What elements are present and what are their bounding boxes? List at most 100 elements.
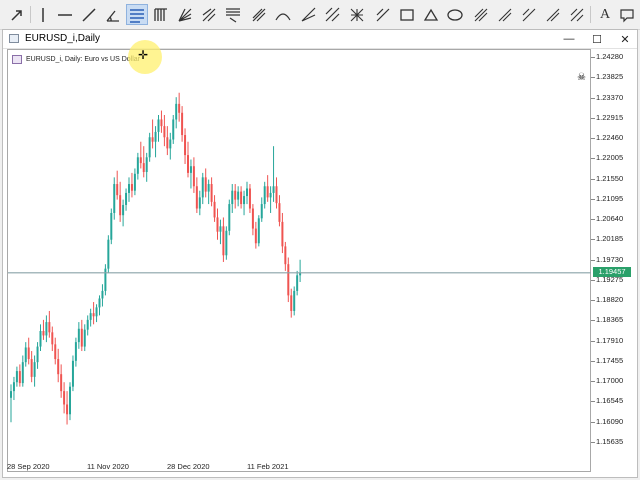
candle-down (160, 119, 163, 127)
arrow-cursor-icon[interactable] (6, 4, 28, 25)
price-tick (591, 442, 595, 443)
vertical-line-icon[interactable] (32, 4, 54, 25)
candle-down (222, 226, 225, 256)
candle-up (107, 239, 110, 269)
price-chart[interactable]: EURUSD_i, Daily: Euro vs US Dollar (7, 49, 592, 473)
candle-down (240, 191, 243, 205)
price-label: 1.17455 (596, 355, 624, 365)
rectangle-icon[interactable] (396, 4, 418, 25)
fibonacci-retracement-icon[interactable] (126, 4, 148, 25)
price-label: 1.24280 (596, 52, 624, 61)
gann-grid-icon[interactable] (322, 4, 344, 25)
candle-down (116, 184, 119, 196)
symbol-indicator-icon (12, 55, 22, 64)
price-label: 1.18820 (596, 295, 624, 305)
candle-up (154, 131, 157, 142)
angle-tool-icon[interactable] (102, 4, 124, 25)
text-label-icon[interactable] (616, 4, 638, 25)
price-scale[interactable]: 1.24280 1.23825 1.23370 1.22915 1.22460 1.220… (591, 49, 637, 472)
candle-down (130, 184, 133, 191)
label-tool-icon[interactable] (372, 4, 394, 25)
price-tick (591, 300, 595, 302)
candle-down (184, 135, 187, 156)
candle-up (104, 268, 107, 291)
candle-down (234, 190, 237, 200)
candle-up (45, 322, 48, 336)
price-tick (591, 320, 595, 322)
wave-abcde-icon[interactable] (470, 4, 492, 25)
candle-up (33, 362, 36, 377)
price-label: 1.16545 (596, 396, 624, 406)
candle-down (210, 184, 213, 202)
fibonacci-levels-icon[interactable] (150, 4, 172, 25)
candle-up (89, 313, 92, 320)
arc-icon[interactable] (248, 4, 270, 25)
candle-up (95, 307, 98, 317)
candle-down (290, 295, 293, 311)
minimize-button[interactable]: — (559, 31, 579, 47)
window-titlebar[interactable]: EURUSD_i,Daily — ☐ ✕ (3, 30, 637, 49)
cycle-lines-icon[interactable] (346, 4, 368, 25)
gann-icon[interactable] (298, 4, 320, 25)
price-tick (591, 401, 595, 403)
candle-up (136, 157, 139, 174)
candle-up (113, 184, 116, 213)
maximize-button[interactable]: ☐ (587, 31, 607, 47)
candle-down (60, 374, 63, 392)
drawing-toolbar: A (0, 0, 640, 30)
price-label: 1.23825 (596, 72, 624, 82)
candle-up (175, 103, 178, 120)
ellipse-wave-icon[interactable] (272, 4, 294, 25)
close-button[interactable]: ✕ (615, 31, 635, 47)
price-label: 1.22460 (596, 133, 624, 143)
candle-up (21, 362, 24, 384)
pitchfork-icon[interactable] (222, 4, 244, 25)
price-label: 1.17000 (596, 376, 624, 386)
triangle-icon[interactable] (420, 4, 442, 25)
price-label: 1.20185 (596, 234, 624, 244)
candle-up (98, 298, 101, 308)
ellipse-icon[interactable] (444, 4, 466, 25)
wave-numbers-icon[interactable] (494, 4, 516, 25)
candle-up (148, 137, 151, 158)
candle-down (195, 186, 198, 209)
candle-up (272, 186, 275, 193)
candle-up (189, 166, 192, 173)
candle-down (275, 186, 278, 204)
wave-cycle-icon[interactable] (566, 4, 588, 25)
candle-down (63, 391, 66, 405)
text-tool-icon[interactable]: A (594, 4, 616, 25)
price-label: 1.21550 (596, 173, 624, 183)
chart-symbol-label: EURUSD_i, Daily: Euro vs US Dollar (26, 56, 140, 63)
trendline-icon[interactable] (78, 4, 100, 25)
horizontal-line-icon[interactable] (54, 4, 76, 25)
wave-roman-icon[interactable] (542, 4, 564, 25)
candle-up (157, 119, 160, 132)
price-tick (591, 158, 595, 160)
candle-down (213, 201, 216, 218)
price-tick (591, 421, 595, 423)
wave-letters-icon[interactable] (518, 4, 540, 25)
price-label: 1.22915 (596, 112, 624, 122)
price-label: 1.15635 (596, 437, 624, 446)
toolbar-separator (30, 6, 31, 23)
price-tick (591, 138, 595, 140)
fibonacci-expansion-icon[interactable] (198, 4, 220, 25)
price-tick (591, 219, 595, 221)
candle-up (296, 275, 299, 291)
price-label: 1.21095 (596, 193, 624, 203)
candle-up (237, 191, 240, 200)
candle-up (145, 157, 148, 173)
toolbar-separator (590, 6, 591, 23)
fibonacci-fan-icon[interactable] (174, 4, 196, 25)
candle-down (27, 347, 30, 360)
time-label: 28 Sep 2020 (7, 462, 50, 471)
candle-up (39, 330, 42, 347)
candle-up (257, 218, 260, 244)
price-tick (591, 178, 595, 180)
candle-down (119, 195, 122, 216)
candlestick-chart[interactable] (8, 50, 592, 473)
candle-up (169, 139, 172, 149)
candle-down (80, 328, 83, 347)
candle-up (12, 382, 15, 392)
